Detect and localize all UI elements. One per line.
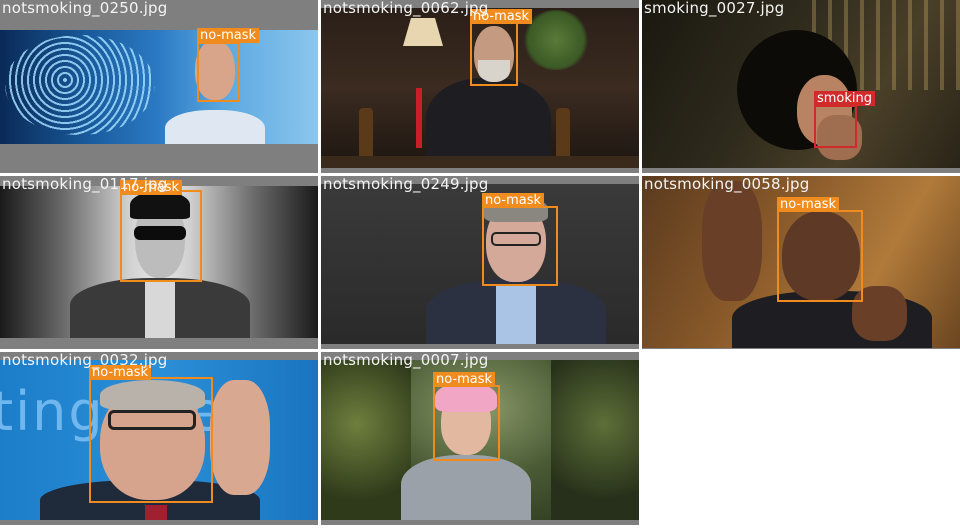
detection-label: no-mask xyxy=(433,372,496,387)
detection-label: no-mask xyxy=(482,193,545,208)
detection-box-no-mask xyxy=(482,206,558,286)
image-tile-notsmoking-0007[interactable]: no-mask notsmoking_0007.jpg xyxy=(321,352,639,525)
tie xyxy=(145,505,167,520)
filename-label: notsmoking_0007.jpg xyxy=(323,352,489,369)
shirt xyxy=(496,284,536,344)
photo-woman-smoking xyxy=(642,0,960,168)
filename-label: notsmoking_0117.jpg xyxy=(2,176,168,193)
image-tile-notsmoking-0058[interactable]: no-mask notsmoking_0058.jpg xyxy=(642,176,960,349)
filename-label: notsmoking_0249.jpg xyxy=(323,176,489,193)
detection-box-no-mask xyxy=(470,22,518,86)
detection-box-no-mask xyxy=(433,385,500,461)
detection-box-no-mask xyxy=(777,210,863,302)
image-tile-notsmoking-0062[interactable]: no-mask notsmoking_0062.jpg xyxy=(321,0,639,173)
photo-fingerprint-woman xyxy=(0,30,318,144)
detection-label: no-mask xyxy=(777,197,840,212)
detection-box-no-mask xyxy=(120,190,202,282)
filename-label: notsmoking_0250.jpg xyxy=(2,0,168,17)
candle xyxy=(416,88,422,148)
raised-hand xyxy=(210,380,270,495)
filename-label: notsmoking_0032.jpg xyxy=(2,352,168,369)
detection-box-no-mask xyxy=(89,377,213,503)
bottle-right xyxy=(556,108,570,163)
photo-man-suit-glasses xyxy=(321,184,639,344)
image-tile-notsmoking-0249[interactable]: no-mask notsmoking_0249.jpg xyxy=(321,176,639,349)
bottle-left xyxy=(359,108,373,163)
image-tile-notsmoking-0250[interactable]: no-mask notsmoking_0250.jpg xyxy=(0,0,318,173)
shirt xyxy=(145,281,175,338)
filename-label: smoking_0027.jpg xyxy=(644,0,785,17)
raised-hand xyxy=(702,181,762,301)
image-tile-notsmoking-0117[interactable]: no-mask notsmoking_0117.jpg xyxy=(0,176,318,349)
table xyxy=(321,156,639,168)
detection-box-smoking xyxy=(814,105,857,148)
detection-label: smoking xyxy=(814,91,876,106)
foliage-left xyxy=(321,360,411,520)
person-torso xyxy=(426,78,551,168)
detection-label: no-mask xyxy=(197,28,260,43)
filename-label: notsmoking_0058.jpg xyxy=(644,176,810,193)
image-tile-smoking-0027[interactable]: smoking smoking_0027.jpg xyxy=(642,0,960,173)
foliage-right xyxy=(551,360,639,520)
person-torso xyxy=(165,110,265,144)
fingerprint-graphic xyxy=(5,35,155,135)
lamp-shade xyxy=(403,18,443,46)
detection-box-no-mask xyxy=(197,42,240,102)
filename-label: notsmoking_0062.jpg xyxy=(323,0,489,17)
image-tile-notsmoking-0032[interactable]: ting we no-mask notsmoking_0032.jpg xyxy=(0,352,318,525)
person-torso xyxy=(401,455,531,520)
